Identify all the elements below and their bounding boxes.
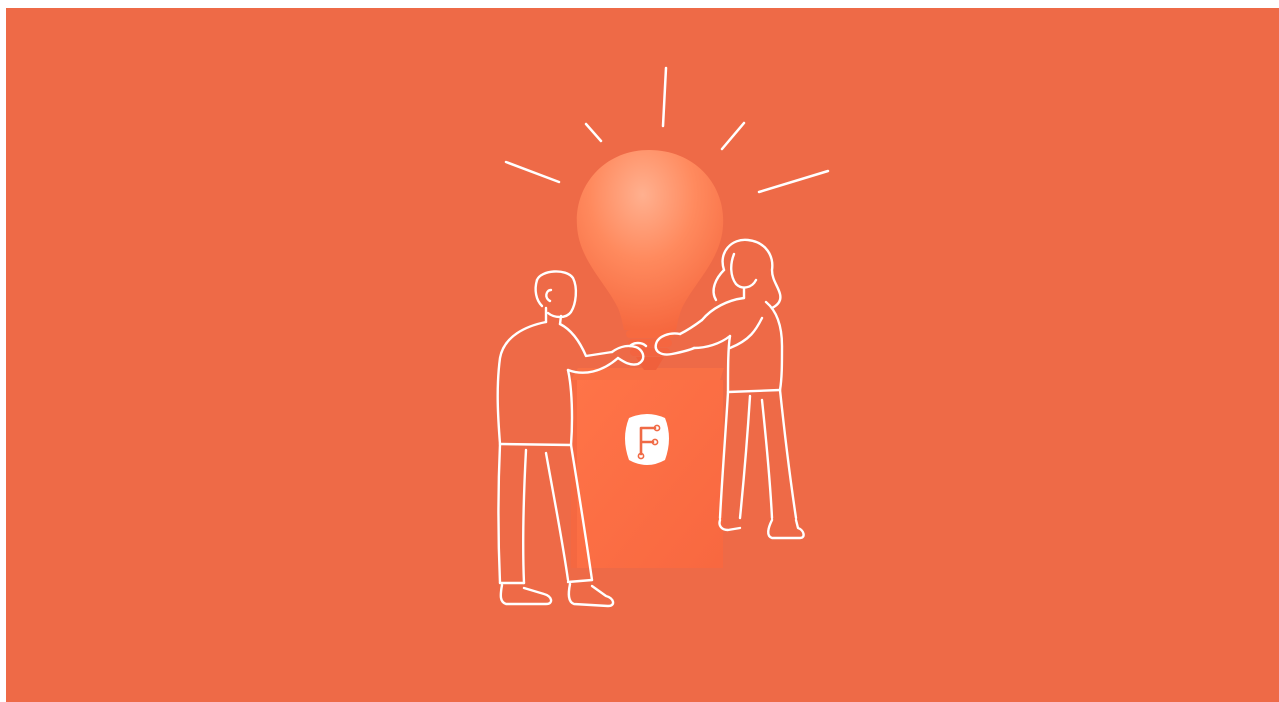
hexagon-logo-icon <box>625 414 669 465</box>
pedestal-box <box>571 368 724 568</box>
hero-image <box>6 8 1279 702</box>
lightbulb-teamwork-illustration <box>6 8 1279 702</box>
